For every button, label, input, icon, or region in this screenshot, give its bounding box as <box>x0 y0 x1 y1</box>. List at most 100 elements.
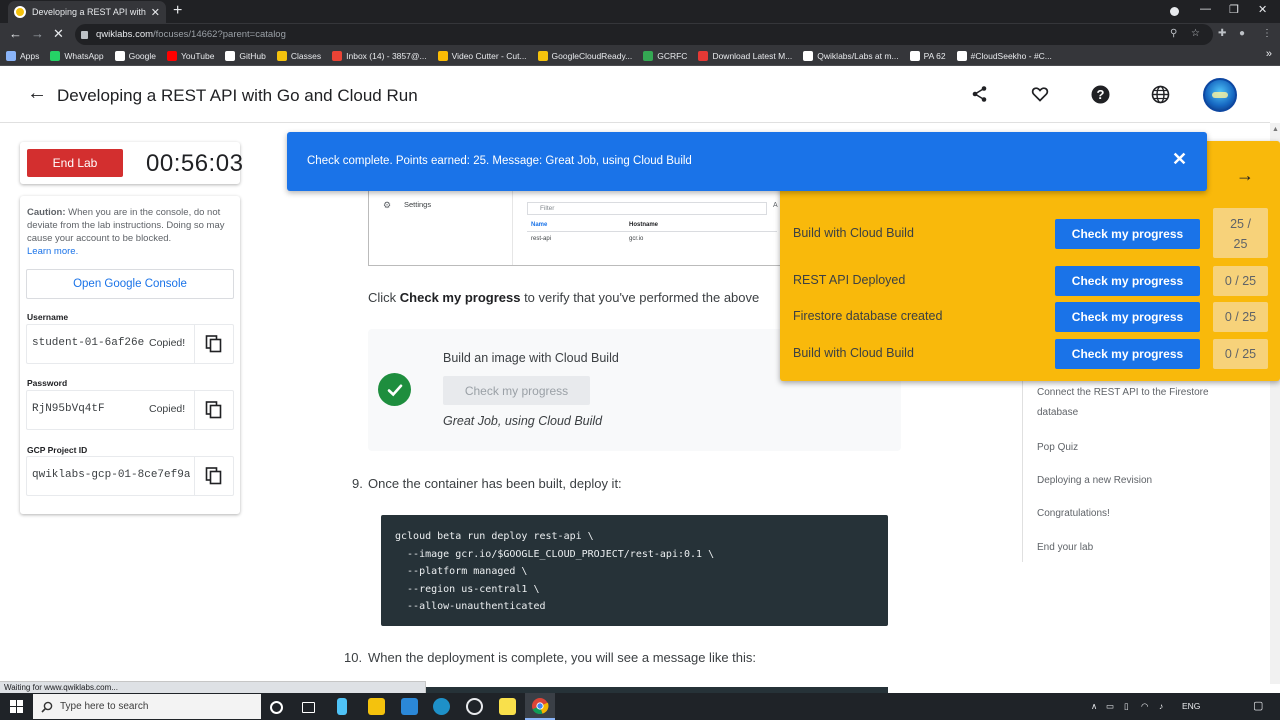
wifi-icon[interactable]: ◠ <box>1141 701 1148 712</box>
check-my-progress-button[interactable]: Check my progress <box>443 376 590 405</box>
profile-icon[interactable]: ● <box>1239 28 1245 39</box>
help-icon[interactable]: ? <box>1089 83 1111 105</box>
bookmark-item[interactable]: YouTube <box>167 50 214 61</box>
user-avatar[interactable] <box>1203 78 1237 112</box>
project-id-value: qwiklabs-gcp-01-8ce7ef9a <box>32 469 190 481</box>
windows-start-icon[interactable] <box>10 700 23 713</box>
table-row: rest-api gcr.io <box>527 236 777 246</box>
bookmark-label: Inbox (14) - 3857@... <box>346 50 427 61</box>
bookmark-item[interactable]: GCRFC <box>643 50 687 61</box>
bookmark-item[interactable]: Inbox (14) - 3857@... <box>332 50 427 61</box>
project-id-field[interactable]: qwiklabs-gcp-01-8ce7ef9a <box>26 456 234 496</box>
code-block[interactable]: gcloud beta run deploy rest-api \ --imag… <box>381 515 888 626</box>
bookmark-item[interactable]: GoogleCloudReady... <box>537 50 633 61</box>
close-tab-icon[interactable]: ✕ <box>151 6 160 19</box>
step-number: 10. <box>344 650 363 665</box>
copy-icon[interactable] <box>205 401 223 419</box>
bookmark-item[interactable]: Google <box>114 50 156 61</box>
favorite-heart-icon[interactable] <box>1029 83 1051 105</box>
cortana-icon[interactable] <box>270 701 283 714</box>
url-input[interactable]: qwiklabs.com/focuses/14662?parent=catalo… <box>75 24 1213 45</box>
phone-app-icon[interactable] <box>337 698 347 715</box>
close-icon[interactable]: ✕ <box>1172 149 1187 170</box>
extensions-icon[interactable]: ✚ <box>1218 28 1226 39</box>
restore-icon[interactable]: ❐ <box>1229 3 1239 16</box>
bookmark-item[interactable]: Apps <box>6 50 39 61</box>
language-indicator[interactable]: ENG <box>1182 701 1200 711</box>
language-globe-icon[interactable] <box>1149 83 1171 105</box>
toc-item[interactable]: Connect the REST API to the Firestore da… <box>1037 383 1237 423</box>
username-field[interactable]: student-01-6af26e Copied! <box>26 324 234 364</box>
browser-tab[interactable]: Developing a REST API with Go a ✕ <box>8 1 166 23</box>
zoom-icon[interactable]: ⚲ <box>1170 28 1177 39</box>
notifications-icon[interactable]: ▢ <box>1253 699 1263 712</box>
tray-chevron-icon[interactable]: ∧ <box>1091 701 1097 712</box>
toc-item[interactable]: End your lab <box>1037 538 1237 558</box>
bookmark-item[interactable]: WhatsApp <box>50 50 104 61</box>
settings-label: Settings <box>404 200 432 209</box>
bookmark-label: Classes <box>290 50 322 61</box>
bookmark-item[interactable]: Classes <box>276 50 322 61</box>
close-window-icon[interactable]: ✕ <box>1258 3 1267 16</box>
minimize-icon[interactable]: — <box>1200 3 1211 15</box>
network-icon[interactable]: ▭ <box>1106 701 1114 712</box>
check-my-progress-button[interactable]: Check my progress <box>1055 339 1200 369</box>
new-tab-button[interactable]: + <box>173 2 182 20</box>
more-bookmarks-icon[interactable]: » <box>1266 48 1272 60</box>
code-line: --image gcr.io/$GOOGLE_CLOUD_PROJECT/res… <box>395 548 715 560</box>
check-my-progress-button[interactable]: Check my progress <box>1055 219 1200 249</box>
check-my-progress-button[interactable]: Check my progress <box>1055 266 1200 296</box>
learn-more-link[interactable]: Learn more. <box>27 245 235 258</box>
battery-icon[interactable]: ▯ <box>1124 701 1129 712</box>
bookmark-label: GoogleCloudReady... <box>551 50 633 61</box>
bookmark-item[interactable]: PA 62 <box>909 50 946 61</box>
bookmark-star-icon[interactable]: ☆ <box>1191 28 1200 39</box>
end-lab-button[interactable]: End Lab <box>27 149 123 177</box>
forward-icon[interactable]: → <box>31 26 44 41</box>
camera-app-icon[interactable] <box>466 698 483 715</box>
project-id-label: GCP Project ID <box>27 445 88 455</box>
copy-icon[interactable] <box>205 467 223 485</box>
back-arrow-icon[interactable]: ← <box>27 82 47 105</box>
objective-score: 0 / 25 <box>1213 266 1268 296</box>
gear-icon: ⚙ <box>383 200 392 210</box>
bookmark-item[interactable]: #CloudSeekho - #C... <box>956 50 1052 61</box>
objective-label: REST API Deployed <box>793 273 906 287</box>
arrow-right-icon[interactable]: → <box>1236 165 1254 186</box>
score-value: 0 / 25 <box>1224 347 1257 361</box>
edge-icon[interactable] <box>433 698 450 715</box>
search-placeholder: Type here to search <box>60 701 149 712</box>
scroll-up-icon[interactable]: ▲ <box>1272 126 1279 133</box>
bookmark-label: GitHub <box>239 50 266 61</box>
bookmark-item[interactable]: Qwiklabs/Labs at m... <box>803 50 899 61</box>
sticky-notes-icon[interactable] <box>499 698 516 715</box>
bookmark-label: #CloudSeekho - #C... <box>970 50 1052 61</box>
volume-icon[interactable]: ♪ <box>1159 701 1163 711</box>
bookmark-item[interactable]: GitHub <box>225 50 266 61</box>
share-icon[interactable] <box>969 83 991 105</box>
reload-icon[interactable]: ✕ <box>53 26 64 42</box>
toc-item[interactable]: Pop Quiz <box>1037 438 1237 458</box>
chrome-taskbar-button[interactable] <box>525 693 555 720</box>
bookmark-item[interactable]: Download Latest M... <box>698 50 792 61</box>
profile-dot-icon[interactable] <box>1170 7 1179 16</box>
open-google-console-button[interactable]: Open Google Console <box>26 269 234 299</box>
bookmark-item[interactable]: Video Cutter - Cut... <box>437 50 527 61</box>
taskbar-search-input[interactable]: Type here to search <box>33 694 261 719</box>
copy-icon[interactable] <box>205 335 223 353</box>
apps-icon <box>6 50 16 61</box>
github-icon <box>803 50 814 61</box>
mail-icon[interactable] <box>401 698 418 715</box>
toc-item[interactable]: Congratulations! <box>1037 504 1237 524</box>
search-icon <box>41 701 53 713</box>
youtube-icon <box>167 50 178 61</box>
back-icon[interactable]: ← <box>9 26 22 41</box>
folder-icon <box>537 50 548 61</box>
file-explorer-icon[interactable] <box>368 698 385 715</box>
toc-item[interactable]: Deploying a new Revision <box>1037 471 1237 491</box>
menu-icon[interactable]: ⋮ <box>1262 28 1272 39</box>
check-my-progress-button[interactable]: Check my progress <box>1055 302 1200 332</box>
task-view-icon[interactable] <box>302 702 315 713</box>
password-field[interactable]: RjN95bVq4tF Copied! <box>26 390 234 430</box>
code-line: --platform managed \ <box>395 566 528 577</box>
